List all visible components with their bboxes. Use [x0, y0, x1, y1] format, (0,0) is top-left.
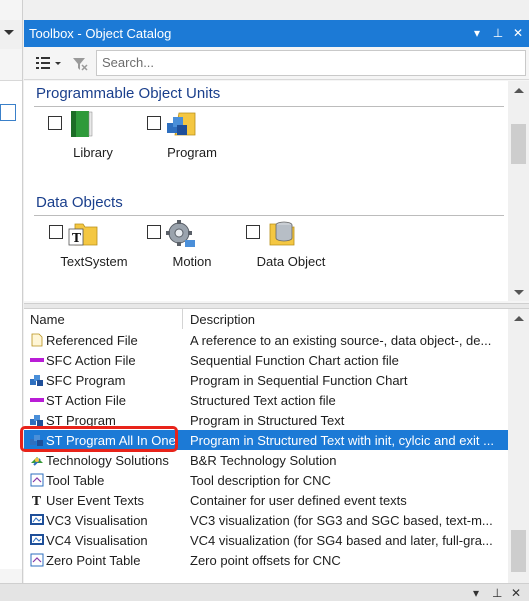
list-item[interactable]: Technology Solutions B&R Technology Solut…	[24, 450, 508, 470]
data-object-icon	[264, 218, 296, 248]
visualisation-icon	[30, 533, 44, 547]
section-divider	[34, 106, 504, 107]
library-checkbox[interactable]	[48, 116, 62, 130]
library-book-icon	[68, 109, 94, 139]
program-blocks-icon	[165, 109, 197, 139]
catalog-item-program[interactable]: Program	[147, 112, 237, 173]
item-name: VC3 Visualisation	[46, 513, 148, 528]
window-title: Toolbox - Object Catalog	[29, 26, 172, 41]
left-panel-field[interactable]	[0, 104, 16, 121]
item-name: ST Action File	[46, 393, 126, 408]
search-input[interactable]	[102, 54, 502, 70]
column-header-name[interactable]: Name	[30, 312, 65, 327]
pin-icon[interactable]: ⊥	[491, 26, 505, 40]
list-header: Name Description	[24, 309, 508, 329]
search-box	[96, 50, 526, 76]
motion-checkbox[interactable]	[147, 225, 161, 239]
list-item[interactable]: SFC Action File Sequential Function Chart…	[24, 350, 508, 370]
motion-label: Motion	[172, 254, 212, 269]
catalog-item-data-object[interactable]: Data Object	[246, 221, 336, 282]
motion-gear-icon	[165, 218, 197, 248]
sfc-action-icon	[30, 353, 44, 367]
program-checkbox[interactable]	[147, 116, 161, 130]
item-name: Zero Point Table	[46, 553, 141, 568]
left-panel-list	[0, 80, 22, 569]
window-dropdown-button[interactable]: ▾	[470, 26, 484, 40]
item-description: Container for user defined event texts	[190, 493, 407, 508]
st-action-icon	[30, 393, 44, 407]
list-item[interactable]: VC4 Visualisation VC4 visualization (for …	[24, 530, 508, 550]
program-label: Program	[167, 145, 217, 160]
scroll-up-icon[interactable]	[514, 316, 524, 321]
filter-clear-icon[interactable]	[72, 56, 88, 72]
item-description: VC3 visualization (for SG3 and SGC based…	[190, 513, 493, 528]
program-icon	[30, 373, 44, 387]
textsystem-label: TextSystem	[60, 254, 128, 269]
data-object-checkbox[interactable]	[246, 225, 260, 239]
section-title-data-objects: Data Objects	[36, 194, 123, 211]
list-item[interactable]: Referenced File A reference to an existin…	[24, 330, 508, 350]
scroll-down-icon[interactable]	[514, 290, 524, 295]
selection-highlight-box	[20, 426, 178, 452]
item-name: Referenced File	[46, 333, 138, 348]
item-description: Zero point offsets for CNC	[190, 553, 341, 568]
title-bar: Toolbox - Object Catalog ▾ ⊥ ✕	[24, 20, 529, 47]
program-icon	[30, 413, 44, 427]
svg-text:T: T	[72, 231, 81, 245]
chevron-down-icon[interactable]: ▾	[473, 586, 479, 600]
item-name: VC4 Visualisation	[46, 533, 148, 548]
item-name: Technology Solutions	[46, 453, 169, 468]
bottom-panel-header: ▾ ⊥ ✕	[0, 583, 529, 601]
item-name: SFC Program	[46, 373, 126, 388]
list-item[interactable]: VC3 Visualisation VC3 visualization (for …	[24, 510, 508, 530]
item-name: User Event Texts	[46, 493, 145, 508]
toolbox-window: Toolbox - Object Catalog ▾ ⊥ ✕ Programma…	[24, 20, 529, 587]
text-t-icon: T	[30, 493, 44, 508]
catalog-scroll-thumb[interactable]	[511, 124, 526, 164]
item-description: Program in Sequential Function Chart	[190, 373, 408, 388]
library-label: Library	[73, 145, 113, 160]
close-icon[interactable]: ✕	[511, 586, 521, 600]
item-description: Tool description for CNC	[190, 473, 331, 488]
table-icon	[30, 473, 44, 487]
catalog-scrollbar[interactable]	[508, 81, 529, 301]
item-name: SFC Action File	[46, 353, 136, 368]
pin-icon[interactable]: ⊥	[492, 586, 502, 600]
item-description: VC4 visualization (for SG4 based and lat…	[190, 533, 493, 548]
item-description: A reference to an existing source-, data…	[190, 333, 492, 348]
catalog-item-motion[interactable]: Motion	[147, 220, 237, 282]
item-description: Structured Text action file	[190, 393, 336, 408]
list-item[interactable]: T User Event Texts Container for user defi…	[24, 490, 508, 510]
text-folder-icon: T	[67, 218, 99, 248]
catalog-item-library[interactable]: Library	[48, 111, 138, 173]
list-scroll-thumb[interactable]	[511, 530, 526, 572]
column-header-description[interactable]: Description	[190, 312, 255, 327]
column-divider[interactable]	[182, 309, 183, 329]
technology-icon	[30, 453, 44, 467]
svg-text:T: T	[32, 494, 41, 507]
section-divider	[34, 215, 504, 216]
section-title-programmable: Programmable Object Units	[36, 85, 221, 102]
list-item[interactable]: Tool Table Tool description for CNC	[24, 470, 508, 490]
object-catalog: Programmable Object Units Library Progra…	[24, 81, 508, 301]
list-item[interactable]: ST Action File Structured Text action fil…	[24, 390, 508, 410]
catalog-item-textsystem[interactable]: T TextSystem	[49, 222, 139, 282]
scroll-up-icon[interactable]	[514, 88, 524, 93]
list-item[interactable]: SFC Program Program in Sequential Functio…	[24, 370, 508, 390]
close-icon[interactable]: ✕	[511, 26, 525, 40]
table-icon	[30, 553, 44, 567]
item-description: B&R Technology Solution	[190, 453, 337, 468]
list-item[interactable]: Zero Point Table Zero point offsets for C…	[24, 550, 508, 570]
item-description: Program in Structured Text	[190, 413, 345, 428]
data-object-label: Data Object	[256, 254, 326, 269]
visualisation-icon	[30, 513, 44, 527]
item-name: Tool Table	[46, 473, 105, 488]
textsystem-checkbox[interactable]	[49, 225, 63, 239]
file-icon	[30, 333, 44, 347]
item-description: Program in Structured Text with init, cy…	[190, 433, 494, 448]
item-description: Sequential Function Chart action file	[190, 353, 399, 368]
chevron-down-icon[interactable]	[4, 30, 14, 35]
list-view-icon[interactable]	[36, 57, 50, 69]
view-dropdown-icon[interactable]	[55, 62, 61, 65]
